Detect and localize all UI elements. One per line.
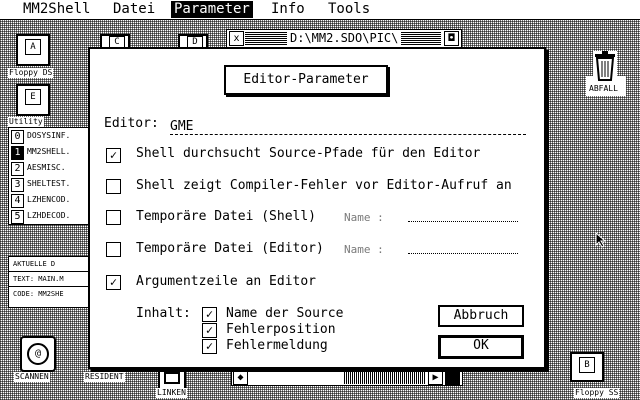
menu-parameter[interactable]: Parameter bbox=[171, 1, 253, 18]
drive-letter: A bbox=[25, 39, 41, 55]
temp-file-editor-checkbox[interactable] bbox=[106, 242, 121, 257]
cancel-button[interactable]: Abbruch bbox=[438, 305, 524, 327]
list-item[interactable]: 4 LZHENCOD. bbox=[9, 193, 95, 208]
dialog-title: Editor-Parameter bbox=[224, 65, 388, 95]
drive-letter: E bbox=[25, 89, 41, 105]
temp-file-shell-label: Temporäre Datei (Shell) bbox=[136, 209, 317, 224]
item-number: 3 bbox=[11, 178, 24, 192]
linker-icon[interactable] bbox=[158, 366, 186, 390]
temp-editor-name-input[interactable] bbox=[408, 241, 518, 254]
trash-label: ABFALL bbox=[588, 84, 619, 94]
menu-tools[interactable]: Tools bbox=[325, 1, 373, 18]
argument-line-checkbox[interactable]: ✓ bbox=[106, 275, 121, 290]
info-code: CODE: MM2SHE bbox=[13, 290, 64, 298]
error-message-label: Fehlermeldung bbox=[226, 338, 328, 353]
menu-datei[interactable]: Datei bbox=[110, 1, 158, 18]
close-icon[interactable]: x bbox=[229, 31, 244, 46]
scroll-thumb[interactable] bbox=[344, 370, 426, 384]
item-name: LZHENCOD. bbox=[27, 195, 71, 204]
editor-value: GME bbox=[170, 119, 194, 134]
list-item[interactable]: 5 LZHDECOD. bbox=[9, 209, 95, 224]
item-number: 0 bbox=[11, 130, 24, 144]
scan-icon[interactable]: @ bbox=[20, 336, 56, 372]
error-message-checkbox[interactable]: ✓ bbox=[202, 339, 217, 354]
item-number: 1 bbox=[11, 146, 24, 160]
menu-bar: MM2Shell Datei Parameter Info Tools bbox=[0, 0, 640, 20]
search-source-paths-checkbox[interactable]: ✓ bbox=[106, 148, 121, 163]
fullscreen-icon[interactable]: ◘ bbox=[444, 31, 459, 46]
floppy-a-icon[interactable]: A bbox=[16, 34, 50, 66]
info-box: AKTUELLE D TEXT: MAIN.M CODE: MM2SHE bbox=[8, 256, 94, 308]
inhalt-label: Inhalt: bbox=[136, 306, 191, 321]
item-name: SHELTEST. bbox=[27, 179, 71, 188]
mouse-pointer-icon bbox=[595, 232, 607, 248]
scroll-right-icon[interactable]: ▶ bbox=[428, 370, 443, 385]
horizontal-scrollbar[interactable]: ◆ ▶ bbox=[231, 368, 463, 386]
menu-info[interactable]: Info bbox=[268, 1, 308, 18]
list-item[interactable]: 3 SHELTEST. bbox=[9, 177, 95, 192]
utility-drive-icon[interactable]: E bbox=[16, 84, 50, 116]
source-name-label: Name der Source bbox=[226, 306, 344, 321]
linken-label: LINKEN bbox=[156, 388, 187, 398]
info-text: TEXT: MAIN.M bbox=[9, 272, 93, 287]
editor-parameter-dialog: Editor-Parameter Editor: GME ✓ Shell dur… bbox=[88, 47, 546, 369]
item-name: DOSYSINF. bbox=[27, 131, 71, 140]
window-path: D:\MM2.SDO\PIC\ bbox=[287, 31, 402, 45]
item-number: 4 bbox=[11, 194, 24, 208]
file-list: 0 DOSYSINF. 1 MM2SHELL. 2 AESMISC. 3 SHE… bbox=[8, 127, 96, 225]
floppy-b-icon[interactable]: B bbox=[570, 352, 604, 382]
utility-label: Utility bbox=[8, 117, 44, 127]
list-item[interactable]: 1 MM2SHELL. bbox=[9, 145, 95, 160]
temp-file-editor-label: Temporäre Datei (Editor) bbox=[136, 241, 324, 256]
resize-icon[interactable] bbox=[445, 370, 460, 385]
window-path-area: D:\MM2.SDO\PIC\ bbox=[245, 31, 441, 45]
trash-icon[interactable] bbox=[592, 50, 618, 82]
temp-shell-name-input[interactable] bbox=[408, 209, 518, 222]
menu-mm2shell[interactable]: MM2Shell bbox=[20, 1, 93, 18]
item-number: 5 bbox=[11, 210, 24, 224]
temp-file-shell-checkbox[interactable] bbox=[106, 210, 121, 225]
temp-editor-name-label: Name : bbox=[344, 243, 384, 256]
item-number: 2 bbox=[11, 162, 24, 176]
floppy-b-label: Floppy SS bbox=[574, 388, 620, 398]
ok-button[interactable]: OK bbox=[438, 335, 524, 359]
item-name: LZHDECOD. bbox=[27, 211, 71, 220]
temp-shell-name-label: Name : bbox=[344, 211, 384, 224]
floppy-a-label: Floppy DS bbox=[8, 68, 54, 78]
source-name-checkbox[interactable]: ✓ bbox=[202, 307, 217, 322]
list-item[interactable]: 0 DOSYSINF. bbox=[9, 129, 95, 144]
show-errors-label: Shell zeigt Compiler-Fehler vor Editor-A… bbox=[136, 178, 512, 193]
scroll-left-icon[interactable]: ◆ bbox=[233, 370, 248, 385]
list-item[interactable]: 2 AESMISC. bbox=[9, 161, 95, 176]
scan-label: SCANNEN bbox=[14, 372, 50, 382]
editor-label: Editor: bbox=[104, 116, 159, 131]
window-title-bar[interactable]: x D:\MM2.SDO\PIC\ ◘ bbox=[226, 29, 462, 48]
editor-input[interactable]: GME bbox=[170, 119, 526, 135]
error-position-label: Fehlerposition bbox=[226, 322, 336, 337]
item-name: AESMISC. bbox=[27, 163, 66, 172]
drive-letter: B bbox=[579, 357, 595, 373]
error-position-checkbox[interactable]: ✓ bbox=[202, 323, 217, 338]
info-header: AKTUELLE D bbox=[9, 257, 93, 272]
item-name: MM2SHELL. bbox=[27, 147, 71, 156]
show-errors-checkbox[interactable] bbox=[106, 179, 121, 194]
resident-label: RESIDENT bbox=[84, 372, 125, 382]
argument-line-label: Argumentzeile an Editor bbox=[136, 274, 317, 289]
search-source-paths-label: Shell durchsucht Source-Pfade für den Ed… bbox=[136, 146, 481, 161]
